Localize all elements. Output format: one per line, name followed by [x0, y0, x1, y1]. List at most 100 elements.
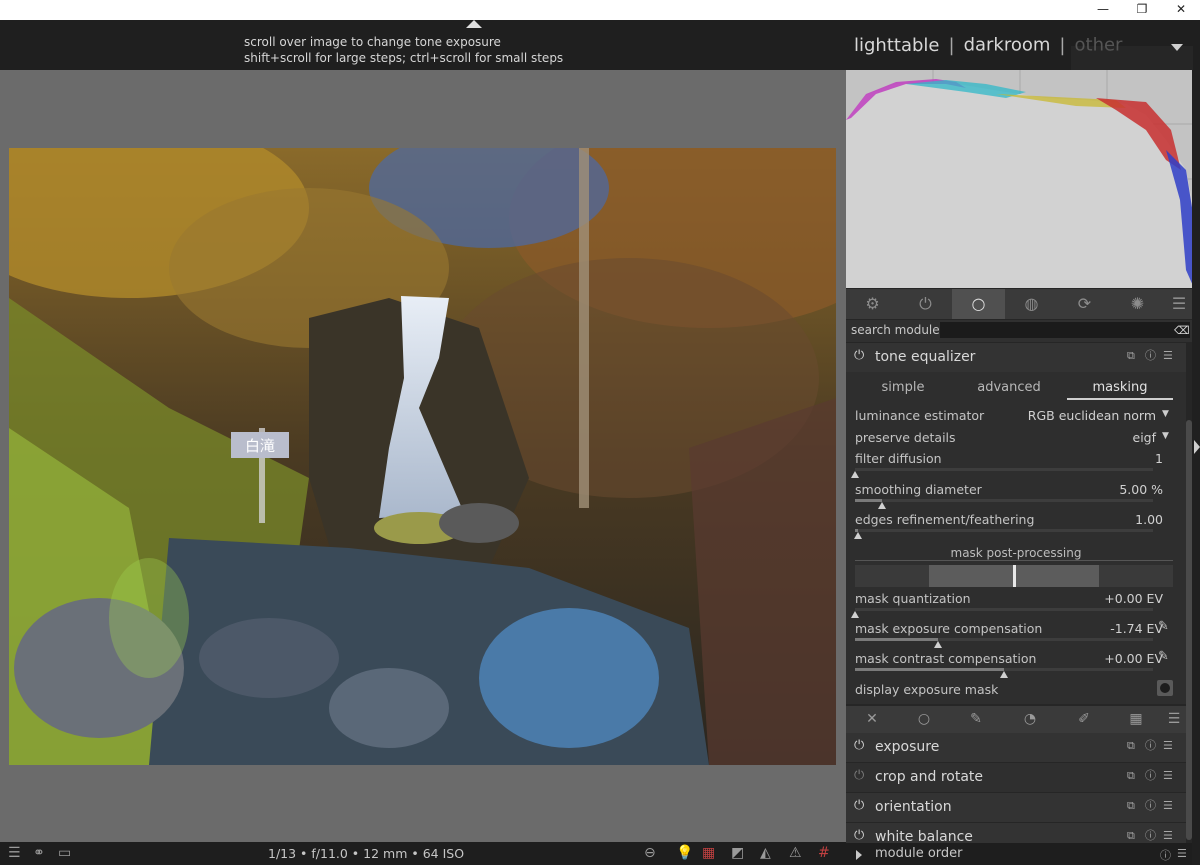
guides-icon[interactable]: # — [818, 845, 830, 861]
multi-instance-icon[interactable]: ⧉ — [1127, 740, 1135, 752]
softproof-icon[interactable]: ▦ — [702, 845, 715, 861]
histogram[interactable] — [846, 70, 1194, 288]
module-order-row[interactable]: module order ⓘ ☰ — [846, 843, 1192, 865]
right-panel-scrollbar[interactable] — [1186, 420, 1192, 840]
multi-instance-icon[interactable]: ⧉ — [1127, 800, 1135, 812]
active-modules-icon[interactable]: ⏻ — [899, 289, 952, 319]
reset-icon[interactable]: ⓘ — [1145, 350, 1156, 362]
presets-icon[interactable]: ☰ — [1163, 830, 1173, 842]
mask-histogram-bar — [855, 565, 1173, 587]
sliders-icon[interactable]: ⚙ — [846, 289, 899, 319]
module-exposure-header[interactable]: ⏻ exposure ⧉ ⓘ ☰ — [846, 733, 1186, 762]
reset-icon[interactable]: ⓘ — [1145, 770, 1156, 782]
mask-contrast-comp-value[interactable]: +0.00 EV — [1104, 651, 1163, 666]
quick-access-menu-icon[interactable]: ☰ — [8, 845, 21, 861]
module-name: exposure — [875, 739, 940, 755]
filter-diffusion-value[interactable]: 1 — [1155, 451, 1163, 466]
presets-icon[interactable]: ☰ — [1177, 847, 1187, 860]
edges-refinement-value[interactable]: 1.00 — [1135, 512, 1163, 527]
blend-uniform-icon[interactable]: ○ — [904, 710, 944, 728]
edges-refinement-slider[interactable] — [853, 529, 1153, 539]
search-module-input[interactable] — [940, 322, 1190, 338]
mask-exposure-comp-value[interactable]: -1.74 EV — [1110, 621, 1163, 636]
color-picker-icon[interactable]: ✎ — [1158, 619, 1169, 634]
module-white-balance-header[interactable]: ⏻ white balance ⧉ ⓘ ☰ — [846, 823, 1186, 843]
top-header: scroll over image to change tone exposur… — [0, 20, 1200, 86]
color-picker-icon[interactable]: ✎ — [1158, 649, 1169, 664]
dropdown-arrow-icon[interactable]: ▼ — [1162, 409, 1169, 419]
reset-icon[interactable]: ⓘ — [1145, 830, 1156, 842]
raw-overexposed-icon[interactable]: ◭ — [760, 845, 771, 861]
reset-icon[interactable]: ⓘ — [1160, 847, 1171, 863]
presets-icon[interactable]: ☰ — [1163, 350, 1173, 362]
collapse-right-arrow-icon[interactable] — [1194, 440, 1200, 454]
filter-diffusion-slider[interactable] — [851, 468, 1153, 478]
bottom-toolbar: ☰ ⚭ ▭ 1/13 • f/11.0 • 12 mm • 64 ISO ⊖ 💡… — [0, 842, 846, 865]
tone-equalizer-header[interactable]: ⏻ tone equalizer ⧉ ⓘ ☰ — [846, 343, 1186, 372]
mask-quantization-value[interactable]: +0.00 EV — [1104, 591, 1163, 606]
styles-icon[interactable]: ⚭ — [33, 845, 45, 861]
smoothing-diameter-slider[interactable] — [855, 499, 1153, 509]
minimize-button[interactable]: — — [1088, 0, 1118, 20]
multi-instance-icon[interactable]: ⧉ — [1127, 770, 1135, 782]
effects-group-icon[interactable]: ✺ — [1111, 289, 1164, 319]
presets-icon[interactable]: ☰ — [1163, 740, 1173, 752]
tab-masking[interactable]: masking — [1067, 380, 1173, 400]
power-icon[interactable]: ⏻ — [854, 769, 868, 783]
collapse-top-arrow-icon[interactable] — [466, 20, 482, 28]
smoothing-diameter-value[interactable]: 5.00 % — [1119, 482, 1163, 497]
correct-group-icon[interactable]: ⟳ — [1058, 289, 1111, 319]
presets-icon[interactable]: ☰ — [1163, 800, 1173, 812]
presets-icon[interactable]: ☰ — [1163, 770, 1173, 782]
color-group-icon[interactable]: ◍ — [1005, 289, 1058, 319]
power-icon[interactable]: ⏻ — [854, 799, 868, 813]
dropdown-arrow-icon[interactable]: ▼ — [1162, 431, 1169, 441]
base-group-icon[interactable]: ○ — [952, 289, 1005, 319]
view-other[interactable]: other — [1075, 35, 1123, 56]
display-exposure-mask-toggle[interactable] — [1157, 680, 1173, 696]
smoothing-diameter-label: smoothing diameter — [855, 482, 982, 497]
other-dropdown-caret-icon[interactable] — [1171, 44, 1183, 51]
module-orientation-header[interactable]: ⏻ orientation ⧉ ⓘ ☰ — [846, 793, 1186, 822]
mask-contrast-comp-slider[interactable] — [855, 668, 1153, 678]
reset-icon[interactable]: ⓘ — [1145, 740, 1156, 752]
tab-advanced[interactable]: advanced — [964, 380, 1054, 400]
preserve-details-select[interactable]: eigf — [1133, 430, 1157, 445]
hint-line-2: shift+scroll for large steps; ctrl+scrol… — [244, 51, 564, 65]
second-window-icon[interactable]: ▭ — [58, 845, 71, 861]
multi-instance-icon[interactable]: ⧉ — [1127, 350, 1135, 362]
mask-quantization-slider[interactable] — [851, 608, 1153, 618]
clear-search-icon[interactable]: ⌫ — [1174, 324, 1190, 337]
expand-arrow-icon[interactable] — [856, 850, 862, 860]
mask-exposure-comp-slider[interactable] — [855, 638, 1153, 648]
restore-button[interactable]: ❐ — [1127, 0, 1157, 20]
color-assessment-icon[interactable]: 💡 — [676, 845, 693, 861]
right-panel-edge — [1192, 70, 1200, 865]
hint-line-1: scroll over image to change tone exposur… — [244, 35, 501, 49]
clipping-warning-icon[interactable]: ⚠ — [789, 845, 802, 861]
presets-menu-icon[interactable]: ☰ — [1164, 289, 1194, 319]
module-name: orientation — [875, 799, 952, 815]
preserve-details-label: preserve details — [855, 430, 956, 445]
view-darkroom[interactable]: darkroom — [964, 35, 1051, 56]
blend-raster-icon[interactable]: ▦ — [1116, 710, 1156, 728]
view-lighttable[interactable]: lighttable — [854, 35, 939, 56]
blend-parametric-icon[interactable]: ◔ — [1010, 710, 1050, 728]
tab-simple[interactable]: simple — [858, 380, 948, 400]
image-canvas[interactable]: 白滝 — [0, 70, 846, 842]
power-icon[interactable]: ⏻ — [854, 739, 868, 753]
focus-peaking-icon[interactable]: ⊖ — [644, 845, 656, 861]
multi-instance-icon[interactable]: ⧉ — [1127, 830, 1135, 842]
power-icon[interactable]: ⏻ — [854, 829, 868, 843]
luminance-estimator-select[interactable]: RGB euclidean norm — [1028, 408, 1156, 423]
blend-off-icon[interactable]: ✕ — [852, 710, 892, 728]
module-name: white balance — [875, 829, 973, 843]
blend-drawn-mask-icon[interactable]: ✎ — [956, 710, 996, 728]
close-button[interactable]: ✕ — [1166, 0, 1196, 20]
waterfall-photo[interactable]: 白滝 — [9, 148, 836, 765]
module-crop-header[interactable]: ⏻ crop and rotate ⧉ ⓘ ☰ — [846, 763, 1186, 792]
power-icon[interactable]: ⏻ — [854, 349, 868, 363]
gamut-check-icon[interactable]: ◩ — [731, 845, 744, 861]
blend-drawn-parametric-icon[interactable]: ✐ — [1064, 710, 1104, 728]
reset-icon[interactable]: ⓘ — [1145, 800, 1156, 812]
